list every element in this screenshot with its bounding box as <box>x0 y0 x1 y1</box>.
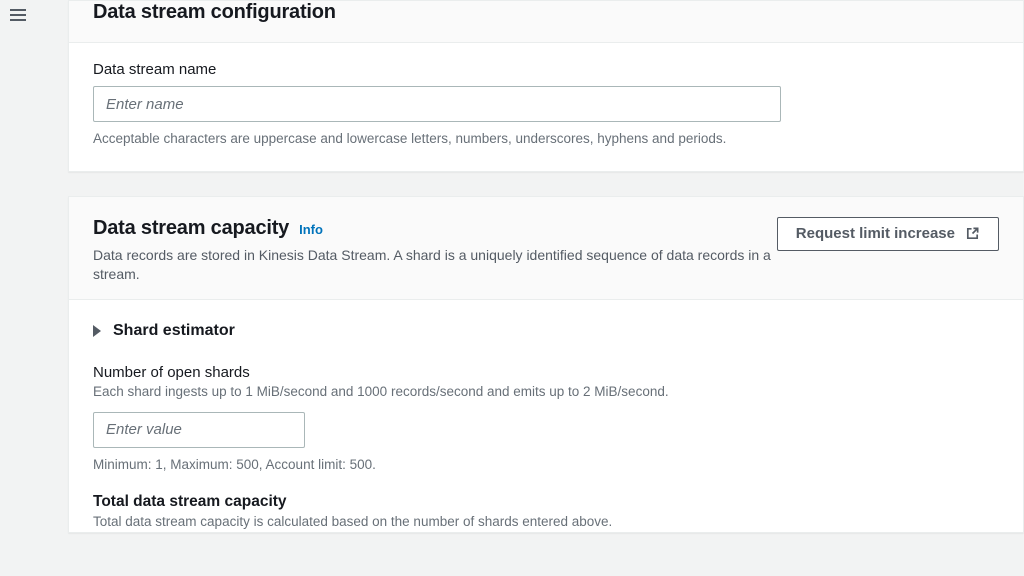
request-limit-increase-button[interactable]: Request limit increase <box>777 217 999 251</box>
open-shards-helper: Each shard ingests up to 1 MiB/second an… <box>93 383 999 402</box>
total-capacity-title: Total data stream capacity <box>93 493 999 511</box>
capacity-description: Data records are stored in Kinesis Data … <box>93 246 777 285</box>
open-shards-limits: Minimum: 1, Maximum: 500, Account limit:… <box>93 456 999 475</box>
open-shards-label: Number of open shards <box>93 364 999 381</box>
stream-name-input[interactable] <box>93 86 781 122</box>
stream-name-label: Data stream name <box>93 61 999 78</box>
menu-toggle-icon[interactable] <box>10 6 26 24</box>
chevron-right-icon <box>93 325 101 337</box>
stream-name-helper: Acceptable characters are uppercase and … <box>93 130 999 149</box>
capacity-panel: Data stream capacity Info Data records a… <box>68 196 1024 533</box>
open-shards-input[interactable] <box>93 412 305 448</box>
external-link-icon <box>965 226 980 241</box>
config-panel-title: Data stream configuration <box>93 1 999 24</box>
request-limit-increase-label: Request limit increase <box>796 225 955 242</box>
config-panel-header: Data stream configuration <box>69 1 1023 43</box>
capacity-panel-title: Data stream capacity <box>93 217 289 240</box>
total-capacity-desc: Total data stream capacity is calculated… <box>93 513 999 532</box>
config-panel: Data stream configuration Data stream na… <box>68 0 1024 172</box>
shard-estimator-label: Shard estimator <box>113 322 235 340</box>
capacity-panel-header: Data stream capacity Info Data records a… <box>69 197 1023 300</box>
shard-estimator-toggle[interactable]: Shard estimator <box>69 300 1023 350</box>
info-link[interactable]: Info <box>299 222 323 237</box>
